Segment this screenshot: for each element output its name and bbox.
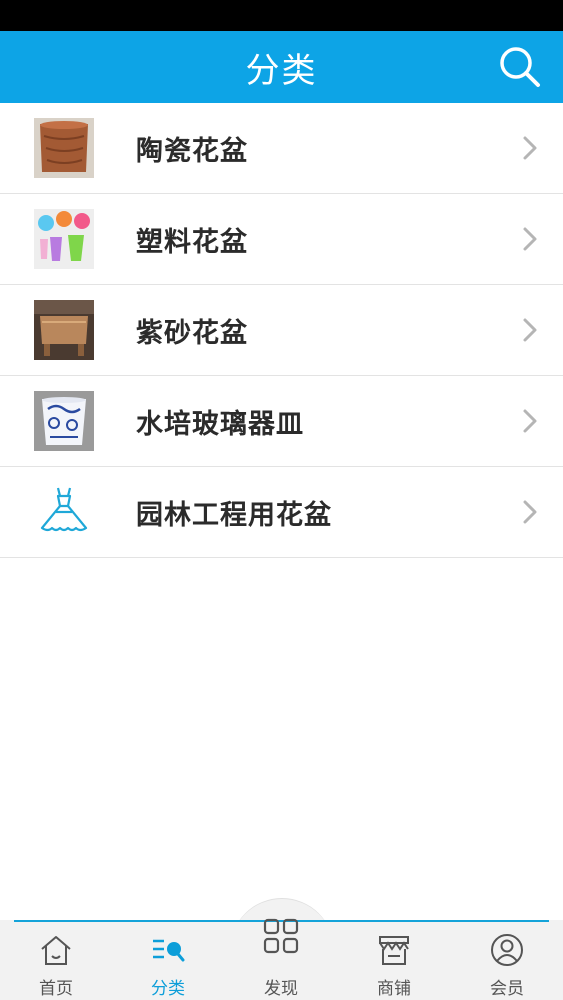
status-bar	[0, 0, 563, 31]
chevron-right-icon	[523, 318, 537, 342]
user-icon	[491, 934, 523, 966]
bottom-tab-bar: 首页 分类 发现 商铺 会员	[0, 918, 563, 1000]
category-label: 水培玻璃器皿	[136, 408, 304, 440]
plastic-pots-thumbnail	[34, 209, 94, 269]
chevron-right-icon	[523, 227, 537, 251]
search-icon	[500, 47, 540, 87]
category-item-purple-clay[interactable]: 紫砂花盆	[0, 285, 563, 376]
tab-label: 首页	[39, 979, 73, 999]
category-list: 陶瓷花盆 塑料花盆 紫砂花盆 水培玻璃器皿 园林工程用花盆	[0, 103, 563, 558]
category-item-garden-project[interactable]: 园林工程用花盆	[0, 467, 563, 558]
blue-white-porcelain-thumbnail	[34, 391, 94, 451]
chevron-right-icon	[523, 136, 537, 160]
dress-icon	[34, 482, 94, 542]
chevron-right-icon	[523, 500, 537, 524]
header-bar: 分类	[0, 31, 563, 103]
category-label: 塑料花盆	[136, 226, 248, 258]
page-title: 分类	[245, 50, 318, 91]
tab-label: 会员	[490, 979, 524, 999]
tab-label: 分类	[151, 979, 185, 999]
category-icon	[153, 939, 185, 962]
tab-category[interactable]: 分类	[112, 920, 224, 1000]
category-item-ceramic[interactable]: 陶瓷花盆	[0, 103, 563, 194]
chevron-right-icon	[523, 409, 537, 433]
tab-discover[interactable]: 发现	[225, 918, 337, 1000]
terracotta-pot-thumbnail	[34, 118, 94, 178]
screen: 分类 陶瓷花盆 塑料花盆 紫砂花盆 水培玻璃器皿 园林工程用花盆 首页 分类 发…	[0, 0, 563, 1000]
search-button[interactable]	[497, 44, 543, 90]
tab-label: 发现	[264, 979, 298, 999]
home-icon	[41, 936, 71, 965]
category-label: 园林工程用花盆	[136, 499, 332, 531]
tab-store[interactable]: 商铺	[338, 920, 450, 1000]
category-item-plastic[interactable]: 塑料花盆	[0, 194, 563, 285]
grid-icon	[263, 918, 299, 954]
tab-home[interactable]: 首页	[0, 920, 112, 1000]
purple-clay-pot-thumbnail	[34, 300, 94, 360]
store-icon	[379, 936, 409, 965]
category-label: 紫砂花盆	[136, 317, 248, 349]
category-item-hydroponic-glass[interactable]: 水培玻璃器皿	[0, 376, 563, 467]
category-label: 陶瓷花盆	[136, 135, 248, 167]
tab-member[interactable]: 会员	[451, 920, 563, 1000]
tab-label: 商铺	[377, 979, 411, 999]
